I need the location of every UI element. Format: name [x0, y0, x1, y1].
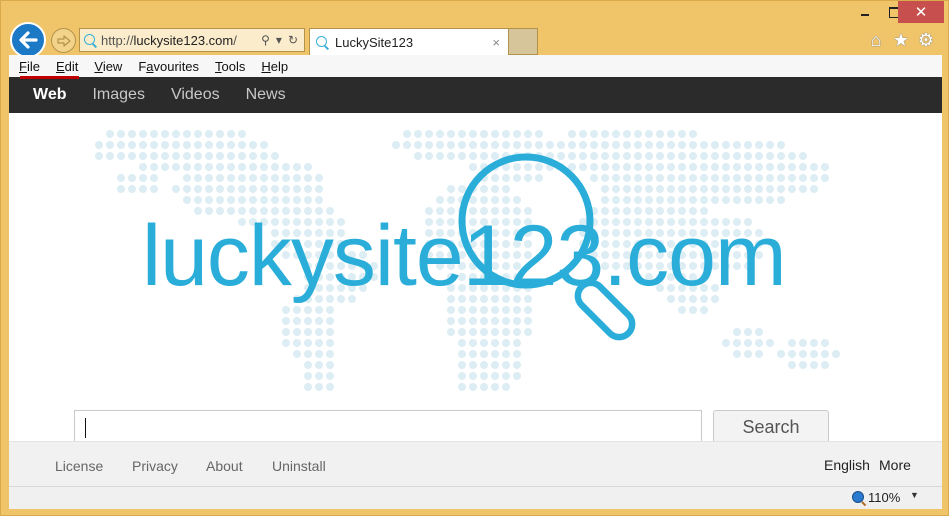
logo: luckysite123.com: [9, 113, 942, 403]
menu-label: ools: [221, 58, 246, 74]
browser-tab[interactable]: LuckySite123 ×: [309, 28, 509, 55]
footer-link-license[interactable]: License: [55, 458, 103, 474]
zoom-icon: [852, 491, 864, 503]
menu-file[interactable]: File: [19, 59, 40, 74]
home-icon[interactable]: ⌂: [865, 29, 887, 51]
zoom-level[interactable]: 110%: [868, 490, 900, 505]
text-caret: [85, 418, 86, 438]
address-dropdown-icon[interactable]: ▾: [276, 33, 282, 47]
footer-link-english[interactable]: English: [824, 457, 870, 473]
search-input[interactable]: [74, 410, 702, 444]
url-path: /: [233, 32, 237, 48]
menu-label: ile: [26, 58, 40, 74]
footer-link-about[interactable]: About: [206, 458, 243, 474]
browser-window: ✕ http://luckysite123.com/ ⚲ ▾ ↻ LuckySi…: [0, 0, 949, 516]
url-host: luckysite123.com: [133, 32, 234, 48]
menu-favourites[interactable]: Favourites: [138, 59, 199, 74]
menu-accel: a: [146, 58, 154, 74]
nav-news[interactable]: News: [246, 86, 286, 104]
address-url[interactable]: http://luckysite123.com/: [101, 33, 261, 48]
nav-images[interactable]: Images: [92, 86, 144, 104]
status-bar: 110% ▼: [9, 486, 942, 509]
new-tab-button[interactable]: [509, 28, 538, 55]
forward-button[interactable]: [51, 28, 76, 53]
arrow-right-icon: [56, 34, 71, 47]
menu-accel: V: [94, 58, 103, 74]
menu-label: iew: [102, 58, 123, 74]
menu-label: elp: [270, 58, 289, 74]
menu-edit[interactable]: Edit: [56, 59, 78, 74]
url-scheme: http://: [101, 32, 134, 48]
zoom-dropdown-icon[interactable]: ▼: [910, 490, 919, 500]
magnifier-logo-icon: [458, 153, 636, 341]
menu-help[interactable]: Help: [261, 59, 288, 74]
settings-gear-icon[interactable]: ⚙: [915, 29, 937, 51]
refresh-icon[interactable]: ↻: [288, 33, 298, 47]
address-search-icon[interactable]: ⚲: [261, 33, 270, 47]
site-nav: Web Images Videos News: [9, 77, 942, 113]
footer-link-more[interactable]: More: [879, 457, 911, 473]
arrow-left-icon: [19, 31, 38, 49]
nav-videos[interactable]: Videos: [171, 86, 220, 104]
favorites-star-icon[interactable]: ★: [890, 29, 912, 51]
footer-link-privacy[interactable]: Privacy: [132, 458, 178, 474]
menu-accel: H: [261, 58, 271, 74]
nav-web[interactable]: Web: [33, 86, 66, 104]
close-icon: ✕: [914, 4, 928, 21]
menu-bar: File Edit View Favourites Tools Help: [9, 55, 942, 77]
menu-label: dit: [64, 58, 79, 74]
tab-title: LuckySite123: [335, 34, 414, 50]
back-button[interactable]: [10, 22, 46, 58]
address-bar[interactable]: http://luckysite123.com/ ⚲ ▾ ↻: [79, 28, 305, 52]
footer: License Privacy About Uninstall English …: [9, 441, 942, 486]
menu-view[interactable]: View: [94, 59, 122, 74]
footer-link-uninstall[interactable]: Uninstall: [272, 458, 326, 474]
menu-highlight-bar: [20, 76, 79, 79]
tab-favicon-search-icon: [316, 35, 329, 49]
search-icon: [84, 33, 97, 47]
menu-accel: E: [55, 58, 65, 74]
page-viewport: Web Images Videos News luckysite123.com …: [9, 77, 942, 486]
search-button[interactable]: Search: [713, 410, 829, 444]
menu-tools[interactable]: Tools: [215, 59, 245, 74]
close-button[interactable]: ✕: [898, 1, 944, 23]
tab-close-icon[interactable]: ×: [492, 35, 500, 50]
minimize-button[interactable]: [851, 1, 879, 23]
menu-label: vourites: [153, 58, 200, 74]
menu-accel: F: [19, 58, 27, 74]
